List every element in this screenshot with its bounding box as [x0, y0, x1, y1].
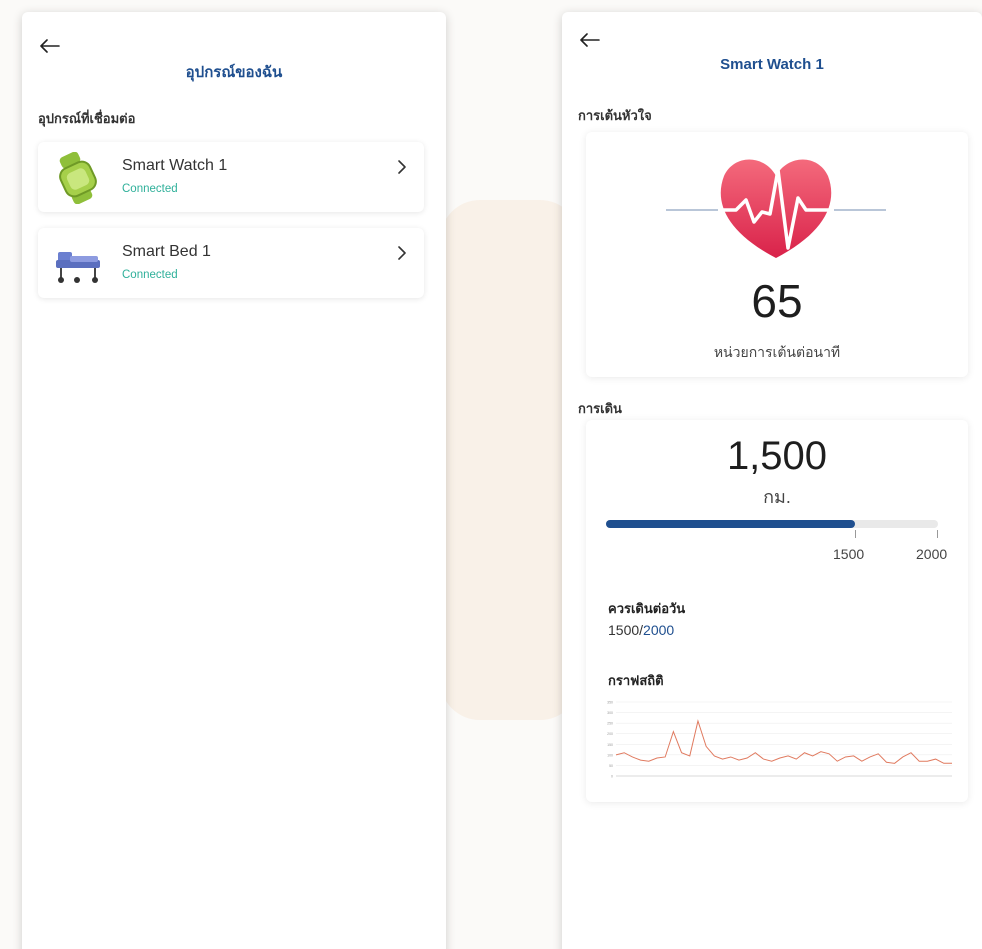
daily-goal-current: 1500 — [608, 622, 640, 638]
chart-y-tick-label: 200 — [607, 732, 613, 736]
smart-watch-detail-screen: Smart Watch 1 การเต้นหัวใจ 65 หน่วยการเต… — [562, 12, 982, 949]
walking-label: การเดิน — [578, 401, 622, 416]
page-title: อุปกรณ์ของฉัน — [185, 64, 283, 81]
smartwatch-icon — [59, 152, 97, 204]
chart-y-tick-label: 350 — [607, 701, 613, 705]
connection-status: Connected — [122, 183, 178, 195]
walking-card: 1,500 กม. 1500 2000 ควรเดินต่อวัน 1500/2… — [586, 420, 968, 802]
progress-bar — [606, 520, 938, 528]
progress-label-max: 2000 — [916, 546, 948, 562]
daily-goal-target: 2000 — [643, 622, 675, 638]
device-card-smart-bed[interactable]: Smart Bed 1 Connected — [38, 228, 424, 298]
chart-y-tick-label: 150 — [607, 743, 613, 747]
device-name: Smart Watch 1 — [122, 157, 228, 174]
heart-rate-label: การเต้นหัวใจ — [578, 108, 652, 123]
chevron-right-icon — [398, 160, 406, 174]
statistics-graph-label: กราฟสถิติ — [608, 673, 664, 688]
chart-y-tick-label: 0 — [611, 775, 613, 779]
heart-rate-card: 65 หน่วยการเต้นต่อนาที — [586, 132, 968, 377]
distance-unit: กม. — [763, 487, 791, 507]
chevron-right-icon — [398, 246, 406, 260]
progress-tick-current — [855, 530, 856, 538]
hospital-bed-icon — [56, 252, 100, 283]
chart-y-tick-label: 100 — [607, 753, 613, 757]
connected-devices-label: อุปกรณ์ที่เชื่อมต่อ — [38, 111, 136, 126]
daily-goal-value: 1500/2000 — [608, 622, 674, 638]
connection-status: Connected — [122, 269, 178, 281]
progress-tick-max — [937, 530, 938, 538]
page-title: Smart Watch 1 — [720, 56, 824, 73]
arrow-left-icon — [580, 33, 600, 47]
background-decoration — [440, 200, 580, 720]
device-card-smart-watch[interactable]: Smart Watch 1 Connected — [38, 142, 424, 212]
chart-y-tick-label: 250 — [607, 722, 613, 726]
distance-value: 1,500 — [726, 434, 828, 478]
chart-y-tick-label: 50 — [609, 764, 613, 768]
back-button[interactable] — [576, 26, 604, 54]
heart-rate-value: 65 — [751, 275, 803, 327]
back-button[interactable] — [36, 32, 64, 60]
statistics-line-chart: 0 50 100 150 200 250 300 350 — [607, 701, 952, 779]
arrow-left-icon — [40, 39, 60, 53]
heart-pulse-icon — [666, 159, 886, 258]
progress-fill — [606, 520, 855, 528]
chart-series-line — [615, 719, 952, 764]
device-name: Smart Bed 1 — [122, 243, 211, 260]
chart-y-tick-label: 300 — [607, 711, 613, 715]
progress-label-current: 1500 — [833, 546, 865, 562]
heart-rate-unit: หน่วยการเต้นต่อนาที — [713, 344, 841, 360]
daily-goal-label: ควรเดินต่อวัน — [608, 601, 686, 616]
my-devices-screen: อุปกรณ์ของฉัน อุปกรณ์ที่เชื่อมต่อ Smart … — [22, 12, 446, 949]
